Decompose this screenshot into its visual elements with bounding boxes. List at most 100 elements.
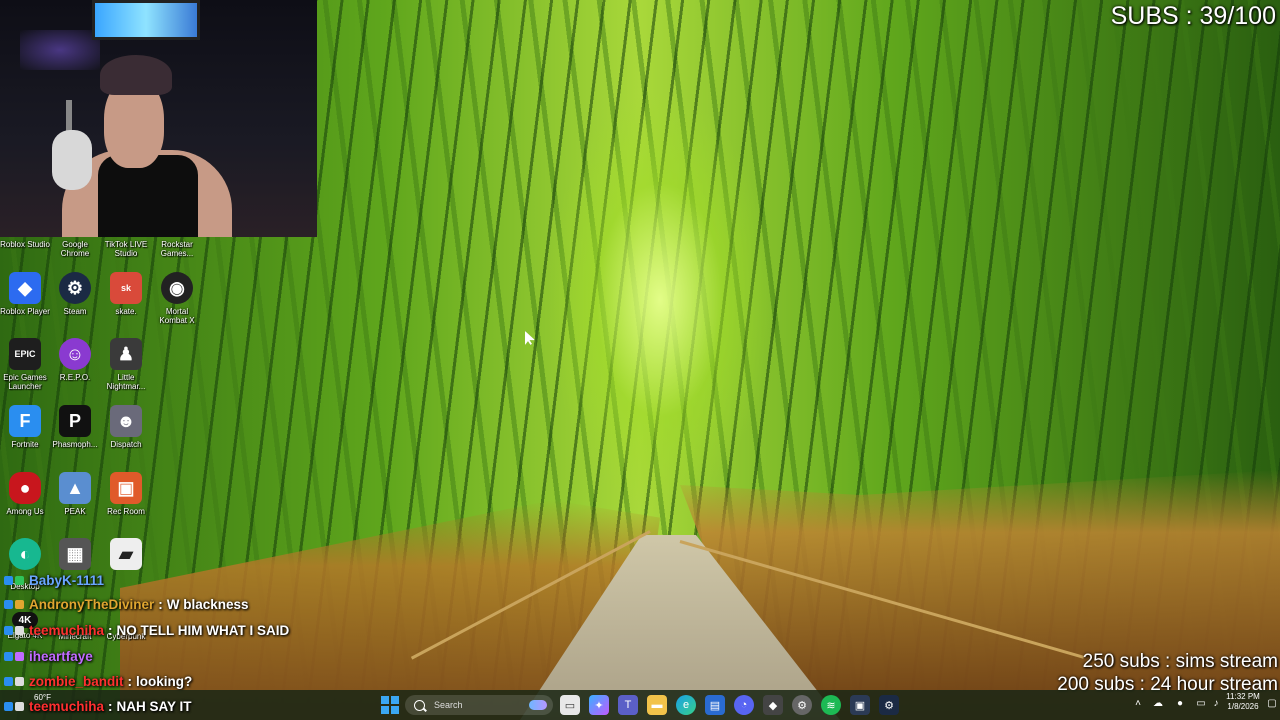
- chat-text: looking?: [136, 673, 193, 689]
- taskbar-search[interactable]: Search: [405, 695, 553, 715]
- among-us-icon: ●: [9, 472, 41, 504]
- chat-username: BabyK-1111: [29, 572, 105, 588]
- copilot-icon[interactable]: ✦: [589, 695, 609, 715]
- chat-badge: [4, 701, 13, 711]
- desktop-icon-epic-games[interactable]: EPIC Epic Games Launcher: [0, 338, 50, 391]
- streamer-hat: [100, 55, 172, 95]
- desktop-icon-tiktok-live[interactable]: TikTok LIVE Studio: [101, 240, 151, 258]
- fortnite-icon: F: [9, 405, 41, 437]
- chat-username: zombie_bandit: [29, 673, 124, 689]
- webcam-background-monitor: [92, 0, 200, 40]
- chat-message: AndronyTheDiviner : W blackness: [4, 594, 249, 614]
- cloud-icon[interactable]: ☁: [1152, 695, 1164, 713]
- chat-text: NAH SAY IT: [116, 698, 192, 714]
- notification-icon[interactable]: ▢: [1266, 695, 1278, 713]
- roblox-player-icon: ◆: [9, 272, 41, 304]
- microphone-icon[interactable]: ●: [1174, 695, 1186, 713]
- store-icon[interactable]: ▤: [705, 695, 725, 715]
- chat-badge: [15, 651, 24, 661]
- volume-icon[interactable]: ♪: [1210, 695, 1222, 713]
- windows-logo-tile: [391, 696, 399, 704]
- obs-icon[interactable]: ▣: [850, 695, 870, 715]
- clock-time: 11:32 PM: [1226, 692, 1260, 701]
- chat-badge: [15, 625, 24, 635]
- chat-username: iheartfaye: [29, 648, 93, 664]
- subs-counter: SUBS : 39/100: [1110, 2, 1276, 30]
- microphone: [52, 130, 92, 190]
- taskbar-clock[interactable]: 11:32 PM 1/8/2026: [1224, 692, 1262, 712]
- repo-icon: ☺: [59, 338, 91, 370]
- desktop-icon-skate[interactable]: sk skate.: [101, 272, 151, 316]
- skate-icon: sk: [110, 272, 142, 304]
- search-highlight-icon: [529, 700, 547, 710]
- desktop-icon-chrome[interactable]: Google Chrome: [50, 240, 100, 258]
- desktop-icon-among-us[interactable]: ● Among Us: [0, 472, 50, 516]
- network-icon[interactable]: ▭: [1195, 695, 1207, 713]
- clock-date: 1/8/2026: [1227, 702, 1259, 711]
- webcam-overlay: [0, 0, 317, 237]
- desktop-icon-repo[interactable]: ☺ R.E.P.O.: [50, 338, 100, 382]
- mortal-kombat-icon: ◉: [161, 272, 193, 304]
- desktop-icon-little-nightmares[interactable]: ♟ Little Nightmar...: [101, 338, 151, 391]
- windows-logo-tile: [381, 696, 389, 704]
- rec-room-icon: ▣: [110, 472, 142, 504]
- folder-icon[interactable]: ▬: [647, 695, 667, 715]
- chat-username: AndronyTheDiviner: [29, 596, 155, 612]
- edge-icon[interactable]: e: [676, 695, 696, 715]
- desktop-icon-rockstar[interactable]: Rockstar Games...: [152, 240, 202, 258]
- teams-icon[interactable]: T: [618, 695, 638, 715]
- dispatch-icon: ☻: [110, 405, 142, 437]
- desktop-icon-peak[interactable]: ▲ PEAK: [50, 472, 100, 516]
- chat-message: iheartfaye: [4, 646, 93, 666]
- search-placeholder: Search: [434, 700, 463, 710]
- chat-message: teemuchiha : NAH SAY IT: [4, 696, 192, 716]
- sub-goal: 250 subs : sims stream: [1082, 651, 1278, 672]
- chat-username: teemuchiha: [29, 622, 105, 638]
- settings-icon[interactable]: ⚙: [792, 695, 812, 715]
- chat-separator: :: [127, 673, 133, 689]
- chat-username: teemuchiha: [29, 698, 105, 714]
- chat-badge: [15, 575, 24, 585]
- steam-taskbar-icon[interactable]: ⚙: [879, 695, 899, 715]
- desktop-icon-roblox-player[interactable]: ◆ Roblox Player: [0, 272, 50, 316]
- desktop-icon-dispatch[interactable]: ☻ Dispatch: [101, 405, 151, 449]
- epic-games-icon: EPIC: [9, 338, 41, 370]
- cyberpunk-icon: ▰: [110, 538, 142, 570]
- chat-message: zombie_bandit : looking?: [4, 671, 192, 691]
- windows-logo-tile: [391, 706, 399, 714]
- chat-text: NO TELL HIM WHAT I SAID: [116, 622, 290, 638]
- start-button[interactable]: [381, 696, 399, 714]
- taskbar: 60°F: [0, 690, 1280, 720]
- desktop-icon-rec-room[interactable]: ▣ Rec Room: [101, 472, 151, 516]
- phasmophobia-icon: P: [59, 405, 91, 437]
- minecraft-icon: ▦: [59, 538, 91, 570]
- discord-icon[interactable]: ◔: [734, 695, 754, 715]
- chat-separator: :: [108, 698, 113, 714]
- app-icon[interactable]: ◆: [763, 695, 783, 715]
- chat-badge: [15, 676, 24, 686]
- search-icon: [414, 699, 425, 711]
- desktop-icon-fortnite[interactable]: F Fortnite: [0, 405, 50, 449]
- chat-badge: [4, 575, 13, 585]
- desktop-icon-roblox-studio[interactable]: Roblox Studio: [0, 240, 50, 249]
- streamer-shirt: [98, 155, 198, 237]
- chat-badge: [4, 599, 13, 609]
- peak-icon: ▲: [59, 472, 91, 504]
- chat-text: W blackness: [166, 596, 249, 612]
- desktop-icon-mortal-kombat[interactable]: ◉ Mortal Kombat X: [152, 272, 202, 325]
- steam-icon: ⚙: [59, 272, 91, 304]
- chat-badge: [15, 701, 24, 711]
- chat-badge: [4, 625, 13, 635]
- chat-badge: [4, 676, 13, 686]
- webcam-light: [20, 30, 100, 70]
- spotify-icon[interactable]: ≋: [821, 695, 841, 715]
- desktop-icon-phasmophobia[interactable]: P Phasmoph...: [50, 405, 100, 449]
- desktop-icon-steam[interactable]: ⚙ Steam: [50, 272, 100, 316]
- chat-badge: [15, 599, 24, 609]
- file-explorer-icon[interactable]: ▭: [560, 695, 580, 715]
- chat-separator: :: [108, 622, 113, 638]
- desktop-app-icon: ◐: [9, 538, 41, 570]
- little-nightmares-icon: ♟: [110, 338, 142, 370]
- chevron-up-icon[interactable]: ˄: [1132, 695, 1144, 713]
- chat-separator: :: [158, 596, 163, 612]
